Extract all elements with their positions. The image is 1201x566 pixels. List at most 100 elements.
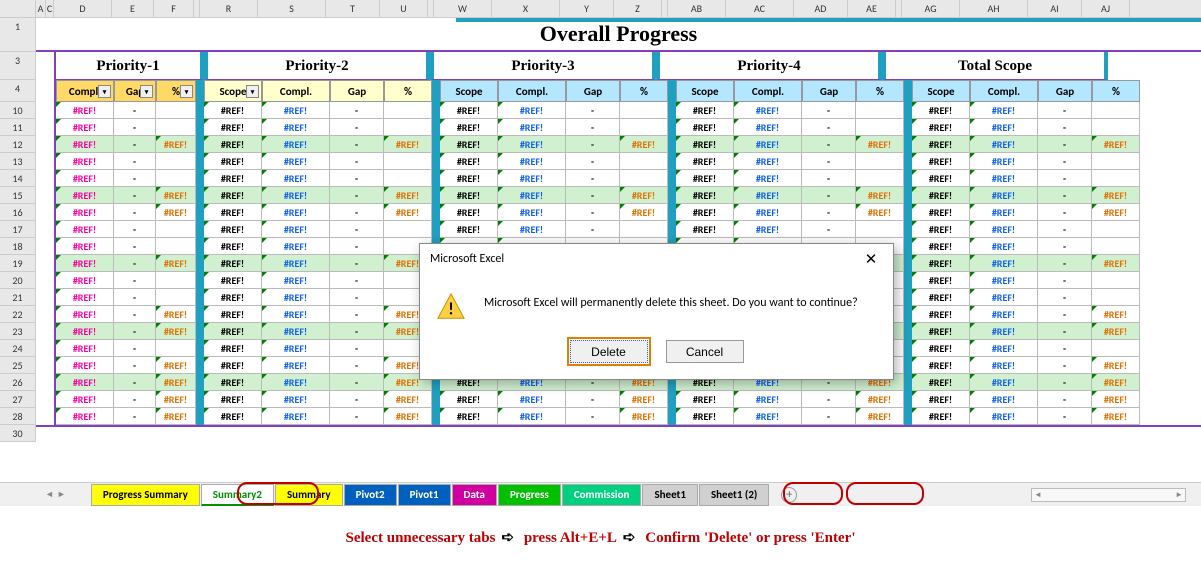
cell[interactable]: - [1038, 187, 1092, 204]
cell[interactable]: - [802, 187, 856, 204]
column-header[interactable]: Compl. [262, 80, 330, 102]
column-header[interactable]: Gap [330, 80, 384, 102]
cell[interactable]: - [114, 289, 156, 306]
cell[interactable]: #REF! [734, 153, 802, 170]
cell[interactable]: - [566, 153, 620, 170]
cell[interactable]: #REF! [204, 119, 262, 136]
cell[interactable]: #REF! [384, 408, 432, 425]
cell[interactable]: #REF! [56, 119, 114, 136]
cell[interactable]: #REF! [970, 323, 1038, 340]
cell[interactable]: #REF! [912, 102, 970, 119]
cell[interactable]: #REF! [204, 272, 262, 289]
cell[interactable]: #REF! [262, 204, 330, 221]
cell[interactable]: - [1038, 119, 1092, 136]
cell[interactable]: - [114, 153, 156, 170]
cell[interactable]: #REF! [56, 221, 114, 238]
cell[interactable]: #REF! [262, 357, 330, 374]
cell[interactable]: #REF! [676, 170, 734, 187]
cell[interactable] [1092, 119, 1140, 136]
cell[interactable]: #REF! [440, 170, 498, 187]
cell[interactable]: - [330, 306, 384, 323]
cell[interactable]: #REF! [912, 153, 970, 170]
cell[interactable]: #REF! [620, 187, 668, 204]
cell[interactable]: - [802, 204, 856, 221]
cell[interactable]: #REF! [56, 170, 114, 187]
filter-dropdown-icon[interactable]: ▾ [140, 85, 153, 98]
cell[interactable]: #REF! [1092, 391, 1140, 408]
cell[interactable]: #REF! [56, 204, 114, 221]
cell[interactable]: - [1038, 289, 1092, 306]
cell[interactable]: - [330, 170, 384, 187]
cell[interactable]: #REF! [912, 391, 970, 408]
column-header[interactable]: % [620, 80, 668, 102]
cell[interactable]: - [330, 357, 384, 374]
cell[interactable]: #REF! [498, 221, 566, 238]
cell[interactable]: #REF! [262, 102, 330, 119]
cell[interactable]: #REF! [734, 102, 802, 119]
cell[interactable]: #REF! [498, 204, 566, 221]
cell[interactable]: #REF! [498, 136, 566, 153]
cell[interactable] [156, 102, 196, 119]
filter-dropdown-icon[interactable]: ▾ [246, 85, 259, 98]
cell[interactable]: #REF! [912, 119, 970, 136]
cell[interactable]: - [802, 170, 856, 187]
cell[interactable]: #REF! [262, 238, 330, 255]
cell[interactable] [856, 221, 904, 238]
cell[interactable]: - [330, 391, 384, 408]
sheet-tab[interactable]: Progress [498, 484, 561, 506]
cell[interactable]: #REF! [912, 170, 970, 187]
cell[interactable]: #REF! [970, 221, 1038, 238]
column-header[interactable]: Compl. [970, 80, 1038, 102]
cell[interactable] [620, 221, 668, 238]
cell[interactable]: #REF! [262, 306, 330, 323]
cell[interactable] [620, 102, 668, 119]
column-header[interactable]: % [856, 80, 904, 102]
cell[interactable] [384, 170, 432, 187]
cell[interactable]: #REF! [204, 221, 262, 238]
cell[interactable]: #REF! [262, 221, 330, 238]
cell[interactable]: #REF! [676, 391, 734, 408]
cell[interactable]: #REF! [56, 136, 114, 153]
cell[interactable]: #REF! [204, 289, 262, 306]
cell[interactable]: - [566, 102, 620, 119]
sheet-tab[interactable]: Pivot2 [344, 484, 397, 506]
cell[interactable]: #REF! [912, 187, 970, 204]
cell[interactable]: #REF! [262, 289, 330, 306]
cell[interactable]: #REF! [156, 136, 196, 153]
cell[interactable]: - [114, 391, 156, 408]
cell[interactable]: - [114, 323, 156, 340]
cell[interactable]: #REF! [56, 323, 114, 340]
cell[interactable]: #REF! [620, 391, 668, 408]
cell[interactable]: - [566, 136, 620, 153]
cell[interactable]: #REF! [440, 102, 498, 119]
cell[interactable]: - [1038, 136, 1092, 153]
cell[interactable]: - [330, 187, 384, 204]
cell[interactable]: #REF! [970, 340, 1038, 357]
cell[interactable]: - [566, 119, 620, 136]
cell[interactable]: #REF! [912, 255, 970, 272]
cell[interactable]: #REF! [912, 306, 970, 323]
cell[interactable] [1092, 272, 1140, 289]
cell[interactable]: - [114, 204, 156, 221]
cell[interactable]: #REF! [262, 374, 330, 391]
horizontal-scrollbar[interactable] [1031, 488, 1186, 502]
cell[interactable]: #REF! [676, 204, 734, 221]
cell[interactable] [384, 153, 432, 170]
column-header[interactable]: %▾ [156, 80, 196, 102]
cell[interactable]: #REF! [1092, 374, 1140, 391]
cell[interactable]: - [1038, 408, 1092, 425]
cell[interactable]: - [1038, 391, 1092, 408]
cell[interactable]: #REF! [56, 102, 114, 119]
cell[interactable] [1092, 289, 1140, 306]
cell[interactable]: - [802, 408, 856, 425]
cell[interactable]: #REF! [734, 170, 802, 187]
cell[interactable]: - [1038, 170, 1092, 187]
cell[interactable]: #REF! [1092, 357, 1140, 374]
cell[interactable] [856, 119, 904, 136]
cell[interactable]: #REF! [204, 238, 262, 255]
cell[interactable] [856, 102, 904, 119]
cell[interactable]: #REF! [912, 357, 970, 374]
cell[interactable]: - [114, 357, 156, 374]
sheet-tab[interactable]: Summary [275, 484, 343, 506]
cell[interactable]: #REF! [912, 221, 970, 238]
